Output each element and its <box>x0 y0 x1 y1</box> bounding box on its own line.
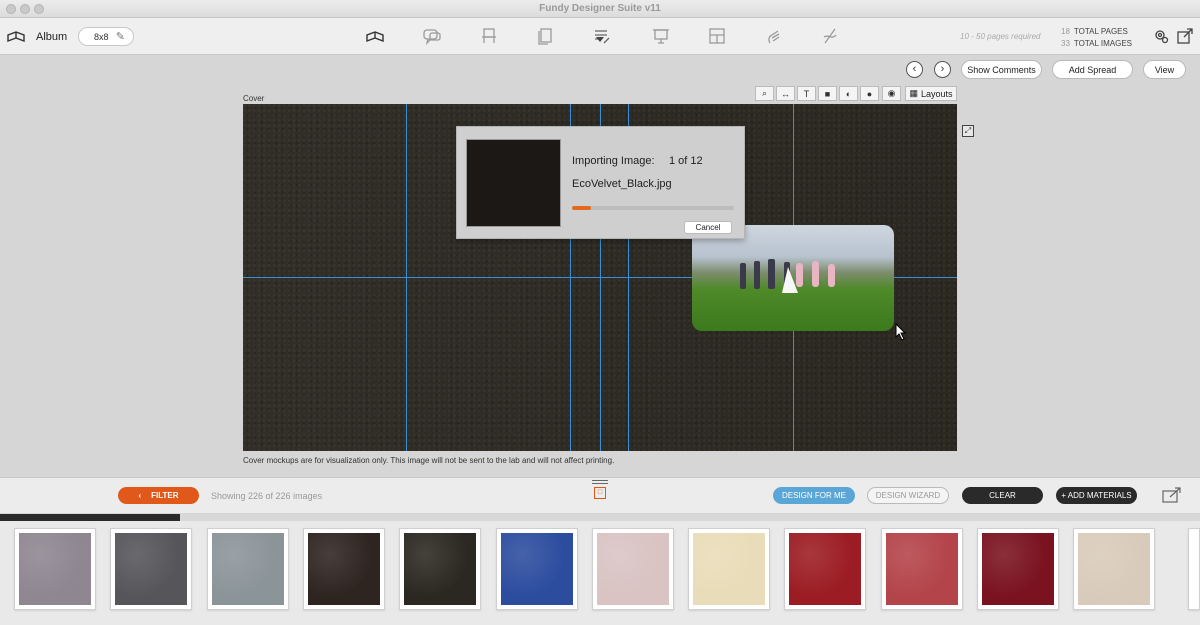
share-icon[interactable] <box>1162 487 1182 503</box>
total-images-count: 33 <box>1061 39 1070 48</box>
preview-eye-icon[interactable]: ◉ <box>882 86 901 101</box>
material-swatch-lavender-gray[interactable] <box>14 528 96 610</box>
material-preview <box>693 533 766 605</box>
materials-strip <box>0 521 1200 625</box>
hand-icon[interactable] <box>762 25 786 47</box>
cover-photo[interactable] <box>692 225 894 331</box>
total-pages-count: 18 <box>1061 27 1070 36</box>
cover-disclaimer: Cover mockups are for visualization only… <box>243 456 615 465</box>
import-progress-fill <box>572 206 592 210</box>
panel-resize-handle[interactable]: □ <box>592 480 608 499</box>
chevron-left-icon: ‹ <box>138 491 142 500</box>
material-swatch-coral-red[interactable] <box>880 528 963 610</box>
material-swatch-royal-blue[interactable] <box>495 528 578 610</box>
import-filename: EcoVelvet_Black.jpg <box>572 178 672 190</box>
cover-label: Cover <box>243 94 265 103</box>
total-images-label: TOTAL IMAGES <box>1073 39 1132 48</box>
materials-bar: ‹ FILTER Showing 226 of 226 images □ DES… <box>0 477 1200 513</box>
import-count: 1 of 12 <box>669 155 703 167</box>
layout-icon[interactable] <box>705 25 729 47</box>
material-preview <box>115 533 188 605</box>
material-preview <box>789 533 862 605</box>
book-icon[interactable] <box>533 25 557 47</box>
material-swatch-slate[interactable] <box>206 528 289 610</box>
material-preview <box>404 533 477 605</box>
material-preview <box>982 533 1054 605</box>
album-size-selector[interactable]: 8x8 ✎ <box>78 27 134 46</box>
material-preview <box>1078 533 1151 605</box>
filter-label: FILTER <box>151 491 179 500</box>
cancel-button[interactable]: Cancel <box>684 221 732 234</box>
material-preview <box>19 533 91 605</box>
clear-button[interactable]: CLEAR <box>962 487 1043 504</box>
pencil-icon[interactable]: ✎ <box>116 30 125 43</box>
notes-icon[interactable] <box>590 25 614 47</box>
materials-scroll-bar[interactable] <box>0 514 1200 521</box>
material-preview <box>211 533 284 605</box>
add-spread-button[interactable]: Add Spread <box>1052 60 1133 79</box>
material-swatch-blush[interactable] <box>591 528 674 610</box>
width-tool-icon[interactable]: ↔ <box>776 86 795 101</box>
design-for-me-button[interactable]: DESIGN FOR ME <box>773 487 855 504</box>
view-button[interactable]: View <box>1143 60 1186 79</box>
import-thumbnail <box>466 139 561 227</box>
album-totals: 18 TOTAL PAGES 33 TOTAL IMAGES <box>1061 26 1132 50</box>
wedding-party-photo-icon <box>740 259 835 293</box>
pages-required-text: 10 - 50 pages required <box>960 32 1041 41</box>
grid-icon: ▦ <box>909 88 918 98</box>
album-home-icon[interactable] <box>4 25 28 47</box>
expand-icon[interactable]: ⤢ <box>962 125 974 137</box>
active-tool-marker-icon <box>596 37 604 42</box>
material-swatch-dark-brown-leather[interactable] <box>302 528 385 610</box>
main-toolbar: Album 8x8 ✎ 10 - 50 pages required 18 TOT… <box>0 18 1200 55</box>
album-label: Album <box>36 31 68 43</box>
window-title: Fundy Designer Suite v11 <box>539 3 661 14</box>
material-swatch-burgundy[interactable] <box>977 528 1059 610</box>
album-size-value: 8x8 <box>94 31 109 42</box>
shapes-tool-icon[interactable]: ◐ <box>839 86 858 101</box>
material-swatch-partial[interactable] <box>1188 528 1200 610</box>
sign-icon[interactable] <box>818 25 842 47</box>
previous-spread-button[interactable]: ‹ <box>906 61 923 78</box>
layouts-label: Layouts <box>920 88 953 99</box>
stand-icon[interactable] <box>477 25 501 47</box>
total-pages-label: TOTAL PAGES <box>1073 27 1128 36</box>
material-preview <box>885 533 958 605</box>
material-swatch-ivory-texture[interactable] <box>1073 528 1156 610</box>
material-swatch-cream[interactable] <box>688 528 771 610</box>
import-dialog: Importing Image: 1 of 12 EcoVelvet_Black… <box>456 126 745 239</box>
material-swatch-black-velvet[interactable] <box>399 528 482 610</box>
external-window-icon[interactable] <box>1173 25 1197 47</box>
materials-scroll-thumb[interactable] <box>0 514 180 521</box>
panel-toggle-icon[interactable]: □ <box>594 487 606 499</box>
title-bar: Fundy Designer Suite v11 <box>0 0 1200 18</box>
material-swatch-charcoal[interactable] <box>110 528 193 610</box>
add-materials-button[interactable]: + ADD MATERIALS <box>1056 487 1137 504</box>
album-icon[interactable] <box>363 25 387 47</box>
layouts-button[interactable]: ▦ Layouts <box>905 86 957 101</box>
shadow-tool-icon[interactable]: ■ <box>818 86 837 101</box>
filter-button[interactable]: ‹ FILTER <box>118 487 199 504</box>
show-comments-button[interactable]: Show Comments <box>961 60 1042 79</box>
material-preview <box>307 533 380 605</box>
presentation-icon[interactable] <box>649 25 673 47</box>
importing-label: Importing Image: <box>572 155 655 167</box>
stamp-tool-icon[interactable]: ● <box>860 86 879 101</box>
zoom-tool-icon[interactable]: ⌕ <box>755 86 774 101</box>
material-swatch-red[interactable] <box>784 528 867 610</box>
text-tool-icon[interactable]: T <box>797 86 816 101</box>
settings-icon[interactable] <box>1149 25 1173 47</box>
comments-icon[interactable] <box>420 25 444 47</box>
next-spread-button[interactable]: › <box>934 61 951 78</box>
mouse-cursor-icon <box>895 323 907 341</box>
design-wizard-button[interactable]: DESIGN WIZARD <box>867 487 949 504</box>
material-preview <box>596 533 669 605</box>
showing-count: Showing 226 of 226 images <box>211 491 323 501</box>
import-progress-bar <box>572 206 734 210</box>
material-preview <box>500 533 573 605</box>
